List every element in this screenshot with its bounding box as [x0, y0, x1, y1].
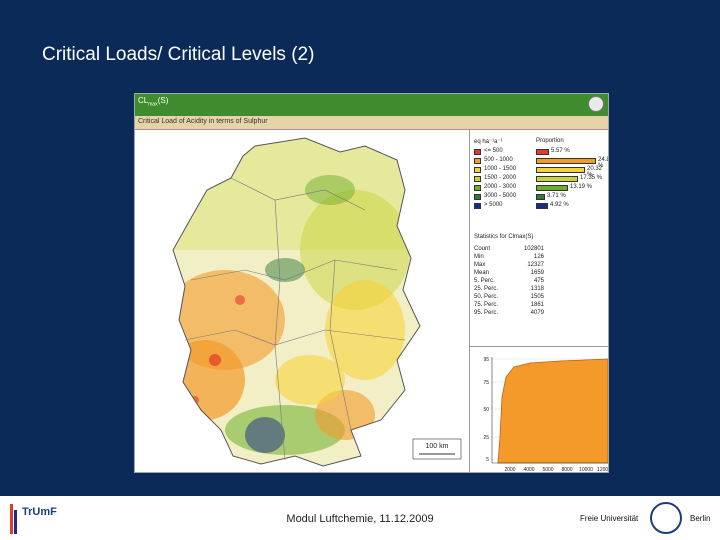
statistics-label: 50. Perc.	[474, 294, 499, 300]
cdf-ytick-3: 25	[483, 435, 489, 441]
fu-berlin-logo: Freie Universität Berlin	[580, 500, 712, 536]
map-logo-icon	[588, 96, 604, 112]
figure-header-bar: CLmax(S)	[135, 94, 608, 116]
legend-proportion-value: 5.57 %	[551, 148, 570, 154]
cdf-xtick-3: 8000	[561, 467, 572, 473]
slide-footer: TrUmF Modul Luftchemie, 11.12.2009 Freie…	[0, 496, 720, 540]
statistics-title: Statistics for Clmax(S)	[474, 234, 534, 240]
slide-title: Critical Loads/ Critical Levels (2)	[42, 44, 315, 65]
legend-swatch	[474, 149, 481, 155]
statistics-value: 102801	[523, 246, 544, 252]
cdf-ytick-0: 95	[483, 357, 489, 363]
cdf-xtick-2: 5000	[542, 467, 553, 473]
statistics-label: 95. Perc.	[474, 310, 499, 316]
statistics-row: 25. Perc. 1318	[474, 286, 544, 294]
legend-class-label: > 5000	[484, 202, 503, 208]
fu-berlin-seal-icon	[650, 502, 682, 534]
statistics-label: Mean	[474, 270, 490, 276]
germany-map-svg: 100 km	[135, 130, 467, 472]
statistics-value: 4079	[530, 310, 544, 316]
scale-bar-label: 100 km	[426, 443, 449, 450]
statistics-value: 475	[533, 278, 544, 284]
statistics-row: 75. Perc. 1861	[474, 302, 544, 310]
statistics-row: Min 126	[474, 254, 544, 262]
statistics-row: 95. Perc. 4079	[474, 310, 544, 318]
legend-swatch	[474, 167, 481, 173]
cdf-chart-svg: 95 75 50 25 5 2000 4000 5000 8000 10000 …	[470, 347, 609, 473]
legend-swatch	[474, 203, 481, 209]
legend-row: > 5000 4.92 %	[474, 202, 608, 210]
legend-class-label: 2000 - 3000	[484, 184, 517, 190]
statistics-row: 50. Perc. 1505	[474, 294, 544, 302]
cdf-ytick-1: 75	[483, 380, 489, 386]
figure-header-code: CLmax(S)	[138, 96, 169, 108]
statistics-value: 1505	[530, 294, 544, 300]
legend-row: 1500 - 2000 17.35 %	[474, 175, 608, 183]
statistics-label: Min	[474, 254, 484, 260]
statistics-value: 1659	[530, 270, 544, 276]
statistics-label: 25. Perc.	[474, 286, 499, 292]
statistics-row: 5. Perc. 475	[474, 278, 544, 286]
legend-class-label: <= 500	[484, 148, 503, 154]
statistics-label: Count	[474, 246, 491, 252]
legend-proportion-value: 4.92 %	[550, 202, 569, 208]
legend-proportion-bar	[536, 158, 596, 164]
legend-swatch	[474, 176, 481, 182]
figure-subtitle: Critical Load of Acidity in terms of Sul…	[138, 118, 268, 125]
legend-proportion-label: Proportion	[536, 138, 564, 144]
statistics-row: Max 12327	[474, 262, 544, 270]
legend-class-label: 500 - 1000	[484, 157, 513, 163]
statistics-value: 12327	[527, 262, 544, 268]
statistics-value: 126	[533, 254, 544, 260]
legend-swatch	[474, 185, 481, 191]
legend-row: 1000 - 1500 20.32 %	[474, 166, 608, 178]
map-figure: CLmax(S) Critical Load of Acidity in ter…	[134, 93, 609, 473]
statistics-value: 1318	[530, 286, 544, 292]
statistics-label: 5. Perc.	[474, 278, 495, 284]
legend-proportion-bar	[536, 203, 548, 209]
legend-proportion-bar	[536, 176, 578, 182]
legend-proportion-bar	[536, 149, 549, 155]
legend-proportion-value: 3.71 %	[547, 193, 566, 199]
legend-proportion-value: 13.19 %	[570, 184, 593, 190]
germany-map: 100 km	[135, 130, 467, 472]
cdf-xtick-0: 2000	[504, 467, 515, 473]
cdf-ytick-2: 50	[483, 407, 489, 413]
cdf-xtick-1: 4000	[523, 467, 534, 473]
cdf-xtick-5: 12000	[597, 467, 609, 473]
legend-swatch	[474, 194, 481, 200]
statistics-label: 75. Perc.	[474, 302, 499, 308]
cdf-xtick-4: 10000	[579, 467, 593, 473]
cdf-ytick-4: 5	[486, 457, 489, 463]
cdf-area	[497, 358, 608, 464]
legend-unit-label: eq ha⁻¹a⁻¹	[474, 139, 503, 145]
statistics-row: Count 102801	[474, 246, 544, 254]
legend-proportion-value: 17.35 %	[580, 175, 603, 181]
figure-subtitle-bar: Critical Load of Acidity in terms of Sul…	[135, 116, 608, 130]
fu-berlin-logo-text: Freie Universität	[580, 514, 639, 523]
cdf-chart: 95 75 50 25 5 2000 4000 5000 8000 10000 …	[470, 346, 609, 473]
fu-berlin-logo-text2: Berlin	[690, 514, 711, 523]
statistics-row: Mean 1659	[474, 270, 544, 278]
legend-proportion-bar	[536, 167, 585, 173]
legend-row: <= 500 5.57 %	[474, 148, 608, 156]
legend-proportion-bar	[536, 185, 568, 191]
legend-class-label: 1500 - 2000	[484, 175, 517, 181]
legend-swatch	[474, 158, 481, 164]
legend-row: 3000 - 5000 3.71 %	[474, 193, 608, 201]
statistics-value: 1861	[530, 302, 544, 308]
legend-proportion-bar	[536, 194, 545, 200]
legend-panel: eq ha⁻¹a⁻¹ Proportion <= 500 5.57 % 500 - …	[469, 130, 609, 473]
legend-class-label: 1000 - 1500	[484, 166, 517, 172]
legend-row: 500 - 100024.87 %	[474, 157, 608, 169]
legend-class-label: 3000 - 5000	[484, 193, 517, 199]
legend-row: 2000 - 3000 13.19 %	[474, 184, 608, 192]
statistics-label: Max	[474, 262, 486, 268]
